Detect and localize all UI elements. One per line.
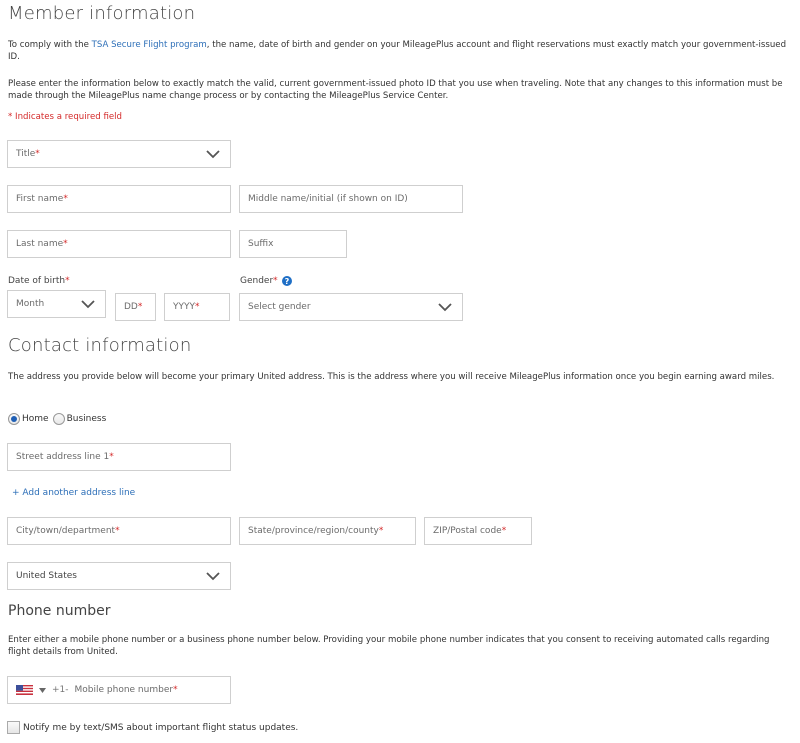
gender-label: Gender* ? bbox=[240, 276, 292, 286]
state-placeholder: State/province/region/county bbox=[248, 526, 379, 536]
month-placeholder: Month bbox=[16, 299, 45, 309]
street-address-placeholder: Street address line 1 bbox=[16, 452, 110, 462]
first-name-field[interactable]: First name * bbox=[7, 185, 231, 213]
required-mark: * bbox=[35, 149, 40, 159]
title-select[interactable]: Title * bbox=[7, 140, 231, 168]
member-info-heading: Member information bbox=[8, 3, 196, 24]
required-mark: * bbox=[195, 302, 200, 312]
required-mark: * bbox=[173, 685, 178, 695]
tsa-secure-flight-link[interactable]: TSA Secure Flight program bbox=[92, 40, 207, 50]
zip-field[interactable]: ZIP/Postal code * bbox=[424, 517, 532, 545]
phone-description: Enter either a mobile phone number or a … bbox=[8, 635, 770, 657]
suffix-placeholder: Suffix bbox=[248, 239, 274, 249]
sms-notify-checkbox[interactable] bbox=[7, 721, 20, 734]
chevron-down-icon bbox=[206, 572, 220, 581]
us-flag-icon[interactable] bbox=[16, 685, 33, 695]
suffix-field[interactable]: Suffix bbox=[239, 230, 347, 258]
help-icon[interactable]: ? bbox=[281, 276, 292, 286]
city-placeholder: City/town/department bbox=[16, 526, 116, 536]
city-field[interactable]: City/town/department * bbox=[7, 517, 231, 545]
last-name-placeholder: Last name bbox=[16, 239, 64, 249]
phone-heading: Phone number bbox=[8, 603, 111, 619]
required-mark: * bbox=[65, 276, 70, 286]
required-mark: * bbox=[378, 526, 384, 536]
first-name-placeholder: First name bbox=[16, 194, 64, 204]
home-radio-label[interactable]: Home bbox=[22, 414, 49, 424]
street-address-field[interactable]: Street address line 1 * bbox=[7, 443, 231, 471]
gender-select[interactable]: Select gender bbox=[239, 293, 463, 321]
home-radio[interactable] bbox=[8, 413, 20, 425]
country-select[interactable]: United States bbox=[7, 562, 231, 590]
chevron-down-icon bbox=[206, 150, 220, 159]
id-instructions-text: Please enter the information below to ex… bbox=[8, 79, 783, 101]
sms-notify-option: Notify me by text/SMS about important fl… bbox=[7, 721, 298, 734]
dob-label: Date of birth* bbox=[8, 276, 70, 286]
contact-description: The address you provide below will becom… bbox=[8, 372, 775, 382]
last-name-field[interactable]: Last name * bbox=[7, 230, 231, 258]
required-field-note: * Indicates a required field bbox=[8, 112, 122, 122]
sms-notify-label[interactable]: Notify me by text/SMS about important fl… bbox=[23, 723, 298, 733]
required-mark: * bbox=[501, 526, 507, 536]
gender-label-text: Gender bbox=[240, 276, 274, 286]
address-type-group: Home Business bbox=[8, 413, 106, 425]
contact-info-heading: Contact information bbox=[8, 335, 192, 356]
mobile-phone-field[interactable]: +1- Mobile phone number* bbox=[7, 676, 231, 704]
year-placeholder: YYYY bbox=[173, 302, 195, 312]
month-select[interactable]: Month bbox=[7, 290, 106, 318]
dob-label-text: Date of birth bbox=[8, 276, 66, 286]
add-address-line-link[interactable]: + Add another address line bbox=[12, 488, 135, 498]
business-radio-label[interactable]: Business bbox=[67, 414, 107, 424]
day-field[interactable]: DD * bbox=[115, 293, 156, 321]
chevron-down-icon bbox=[438, 303, 452, 312]
intro-text-pre: To comply with the bbox=[8, 40, 92, 50]
country-code: +1- bbox=[52, 685, 69, 695]
required-mark: * bbox=[137, 302, 143, 312]
svg-text:?: ? bbox=[284, 277, 289, 286]
year-field[interactable]: YYYY * bbox=[164, 293, 230, 321]
mobile-phone-placeholder: Mobile phone number bbox=[74, 685, 174, 695]
required-mark: * bbox=[63, 239, 68, 249]
country-value: United States bbox=[16, 571, 77, 581]
gender-placeholder: Select gender bbox=[248, 302, 311, 312]
tsa-intro-text: To comply with the TSA Secure Flight pro… bbox=[8, 39, 788, 63]
middle-name-field[interactable]: Middle name/initial (if shown on ID) bbox=[239, 185, 463, 213]
zip-placeholder: ZIP/Postal code bbox=[433, 526, 502, 536]
day-placeholder: DD bbox=[124, 302, 138, 312]
country-dropdown-icon[interactable] bbox=[39, 687, 46, 693]
state-field[interactable]: State/province/region/county * bbox=[239, 517, 416, 545]
required-mark: * bbox=[63, 194, 68, 204]
title-placeholder: Title bbox=[16, 149, 36, 159]
required-mark: * bbox=[109, 452, 114, 462]
chevron-down-icon bbox=[81, 300, 95, 309]
business-radio[interactable] bbox=[52, 413, 65, 425]
required-mark: * bbox=[115, 526, 120, 536]
middle-name-placeholder: Middle name/initial (if shown on ID) bbox=[248, 194, 408, 204]
required-mark: * bbox=[273, 276, 278, 286]
